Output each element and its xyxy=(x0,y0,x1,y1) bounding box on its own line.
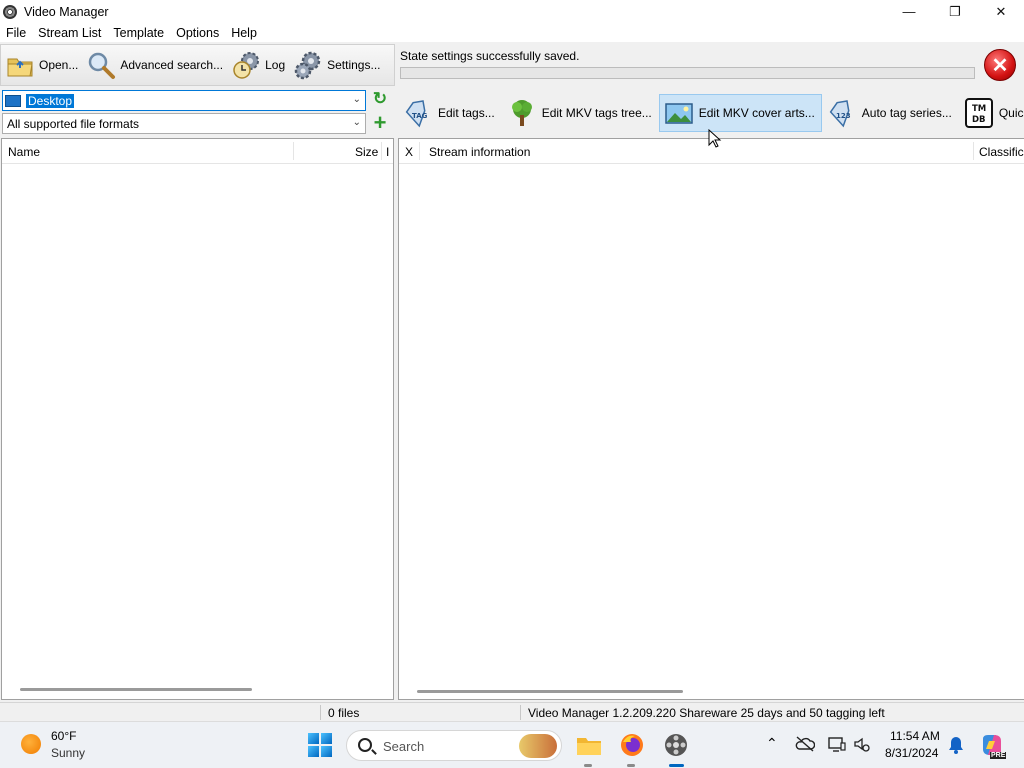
svg-text:123: 123 xyxy=(836,112,851,120)
onedrive-offline-icon[interactable] xyxy=(795,736,815,752)
gears-icon xyxy=(293,50,323,80)
weather-temperature[interactable]: 60°F xyxy=(51,729,76,743)
quick-tag-button[interactable]: TMDB Quick tag fi xyxy=(959,94,1024,132)
refresh-icon[interactable]: ↻ xyxy=(371,90,389,108)
minimize-button[interactable]: — xyxy=(886,0,932,23)
mouse-cursor-icon xyxy=(708,129,722,148)
file-explorer-icon[interactable] xyxy=(576,732,602,758)
open-button[interactable]: Open... xyxy=(1,46,82,84)
column-size[interactable]: Size xyxy=(355,145,378,159)
search-icon xyxy=(358,738,372,752)
video-manager-app-icon[interactable] xyxy=(663,732,689,758)
auto-tag-series-label: Auto tag series... xyxy=(861,106,952,120)
taskbar: 60°F Sunny Search ⌃ 11:54 AM 8/31/2024 P… xyxy=(0,721,1024,768)
open-folder-icon xyxy=(5,50,35,80)
column-name[interactable]: Name xyxy=(8,145,40,159)
numbered-tag-icon: 123 xyxy=(827,98,857,128)
window-title: Video Manager xyxy=(24,4,109,19)
open-label: Open... xyxy=(39,58,79,72)
taskbar-search[interactable]: Search xyxy=(346,730,562,761)
status-bar: 0 files Video Manager 1.2.209.220 Sharew… xyxy=(0,702,1024,721)
tree-icon xyxy=(507,98,537,128)
clock-date[interactable]: 8/31/2024 xyxy=(885,746,938,760)
menu-options[interactable]: Options xyxy=(170,26,225,40)
auto-tag-series-button[interactable]: 123 Auto tag series... xyxy=(822,94,959,132)
status-message: State settings successfully saved. xyxy=(400,49,580,63)
settings-label: Settings... xyxy=(327,58,381,72)
network-volume-icon[interactable] xyxy=(853,736,871,754)
app-film-reel-icon xyxy=(3,4,17,19)
edit-mkv-cover-arts-label: Edit MKV cover arts... xyxy=(698,106,815,120)
tmdb-icon: TM DB xyxy=(964,98,994,128)
file-count: 0 files xyxy=(328,706,360,720)
display-icon[interactable] xyxy=(828,735,846,753)
folder-value: Desktop xyxy=(26,93,75,108)
edit-tags-label: Edit tags... xyxy=(438,106,495,120)
advanced-search-label: Advanced search... xyxy=(120,58,224,72)
clock-time[interactable]: 11:54 AM xyxy=(890,729,940,743)
horizontal-scrollbar[interactable] xyxy=(417,690,683,693)
windows-start-icon[interactable] xyxy=(308,733,332,757)
column-i[interactable]: I xyxy=(386,145,389,159)
column-x[interactable]: X xyxy=(405,145,413,159)
version-info: Video Manager 1.2.209.220 Shareware 25 d… xyxy=(528,706,885,720)
window-controls: — ❐ ✕ xyxy=(886,0,1024,23)
search-placeholder: Search xyxy=(383,739,425,754)
stream-list[interactable]: X Stream information Classifica xyxy=(398,138,1024,700)
chevron-up-icon[interactable]: ⌃ xyxy=(766,735,778,752)
chevron-down-icon: ⌄ xyxy=(352,94,361,105)
horizontal-scrollbar[interactable] xyxy=(20,688,252,691)
svg-text:TAG: TAG xyxy=(412,112,428,120)
file-list-header: Name Size I xyxy=(2,139,393,164)
picture-icon xyxy=(664,98,694,128)
menu-file[interactable]: File xyxy=(0,26,32,40)
column-stream-information[interactable]: Stream information xyxy=(429,145,530,159)
edit-mkv-tags-tree-label: Edit MKV tags tree... xyxy=(541,106,652,120)
status-area: State settings successfully saved. ✕ xyxy=(398,44,1024,86)
log-button[interactable]: Log xyxy=(227,46,289,84)
copilot-preview-badge: PRE xyxy=(990,752,1007,759)
weather-condition[interactable]: Sunny xyxy=(51,746,85,760)
edit-mkv-cover-arts-button[interactable]: Edit MKV cover arts... xyxy=(658,94,822,132)
search-highlight-icon xyxy=(519,734,557,758)
progress-bar xyxy=(400,67,975,79)
firefox-icon[interactable] xyxy=(619,732,645,758)
close-button[interactable]: ✕ xyxy=(978,0,1024,23)
sun-icon[interactable] xyxy=(21,734,41,754)
file-format-value: All supported file formats xyxy=(7,116,140,131)
notification-bell-icon[interactable] xyxy=(948,736,964,754)
log-label: Log xyxy=(265,58,286,72)
menu-bar: File Stream List Template Options Help xyxy=(0,23,1024,42)
log-gear-clock-icon xyxy=(231,50,261,80)
menu-stream-list[interactable]: Stream List xyxy=(32,26,107,40)
svg-text:TM: TM xyxy=(972,104,986,114)
chevron-down-icon: ⌄ xyxy=(352,117,361,128)
settings-button[interactable]: Settings... xyxy=(289,46,384,84)
magnifier-icon xyxy=(86,50,116,80)
advanced-search-button[interactable]: Advanced search... xyxy=(82,46,227,84)
menu-help[interactable]: Help xyxy=(225,26,263,40)
cancel-icon[interactable]: ✕ xyxy=(984,49,1016,81)
edit-mkv-tags-tree-button[interactable]: Edit MKV tags tree... xyxy=(502,94,659,132)
folder-dropdown[interactable]: Desktop ⌄ xyxy=(2,90,366,111)
tag-toolbar: TAG Edit tags... Edit MKV tags tree... E… xyxy=(398,92,1024,134)
svg-text:DB: DB xyxy=(972,115,986,125)
title-bar: Video Manager — ❐ ✕ xyxy=(0,0,1024,23)
file-format-dropdown[interactable]: All supported file formats ⌄ xyxy=(2,113,366,134)
add-icon[interactable]: + xyxy=(371,112,389,134)
file-list[interactable]: Name Size I xyxy=(1,138,394,700)
desktop-icon xyxy=(5,94,21,107)
menu-template[interactable]: Template xyxy=(107,26,170,40)
edit-tags-button[interactable]: TAG Edit tags... xyxy=(398,94,502,132)
restore-button[interactable]: ❐ xyxy=(932,0,978,23)
main-toolbar: Open... Advanced search... Log Settings.… xyxy=(0,44,395,86)
quick-tag-label: Quick tag fi xyxy=(998,106,1024,120)
tag-icon: TAG xyxy=(403,98,433,128)
column-classification[interactable]: Classifica xyxy=(979,145,1024,159)
